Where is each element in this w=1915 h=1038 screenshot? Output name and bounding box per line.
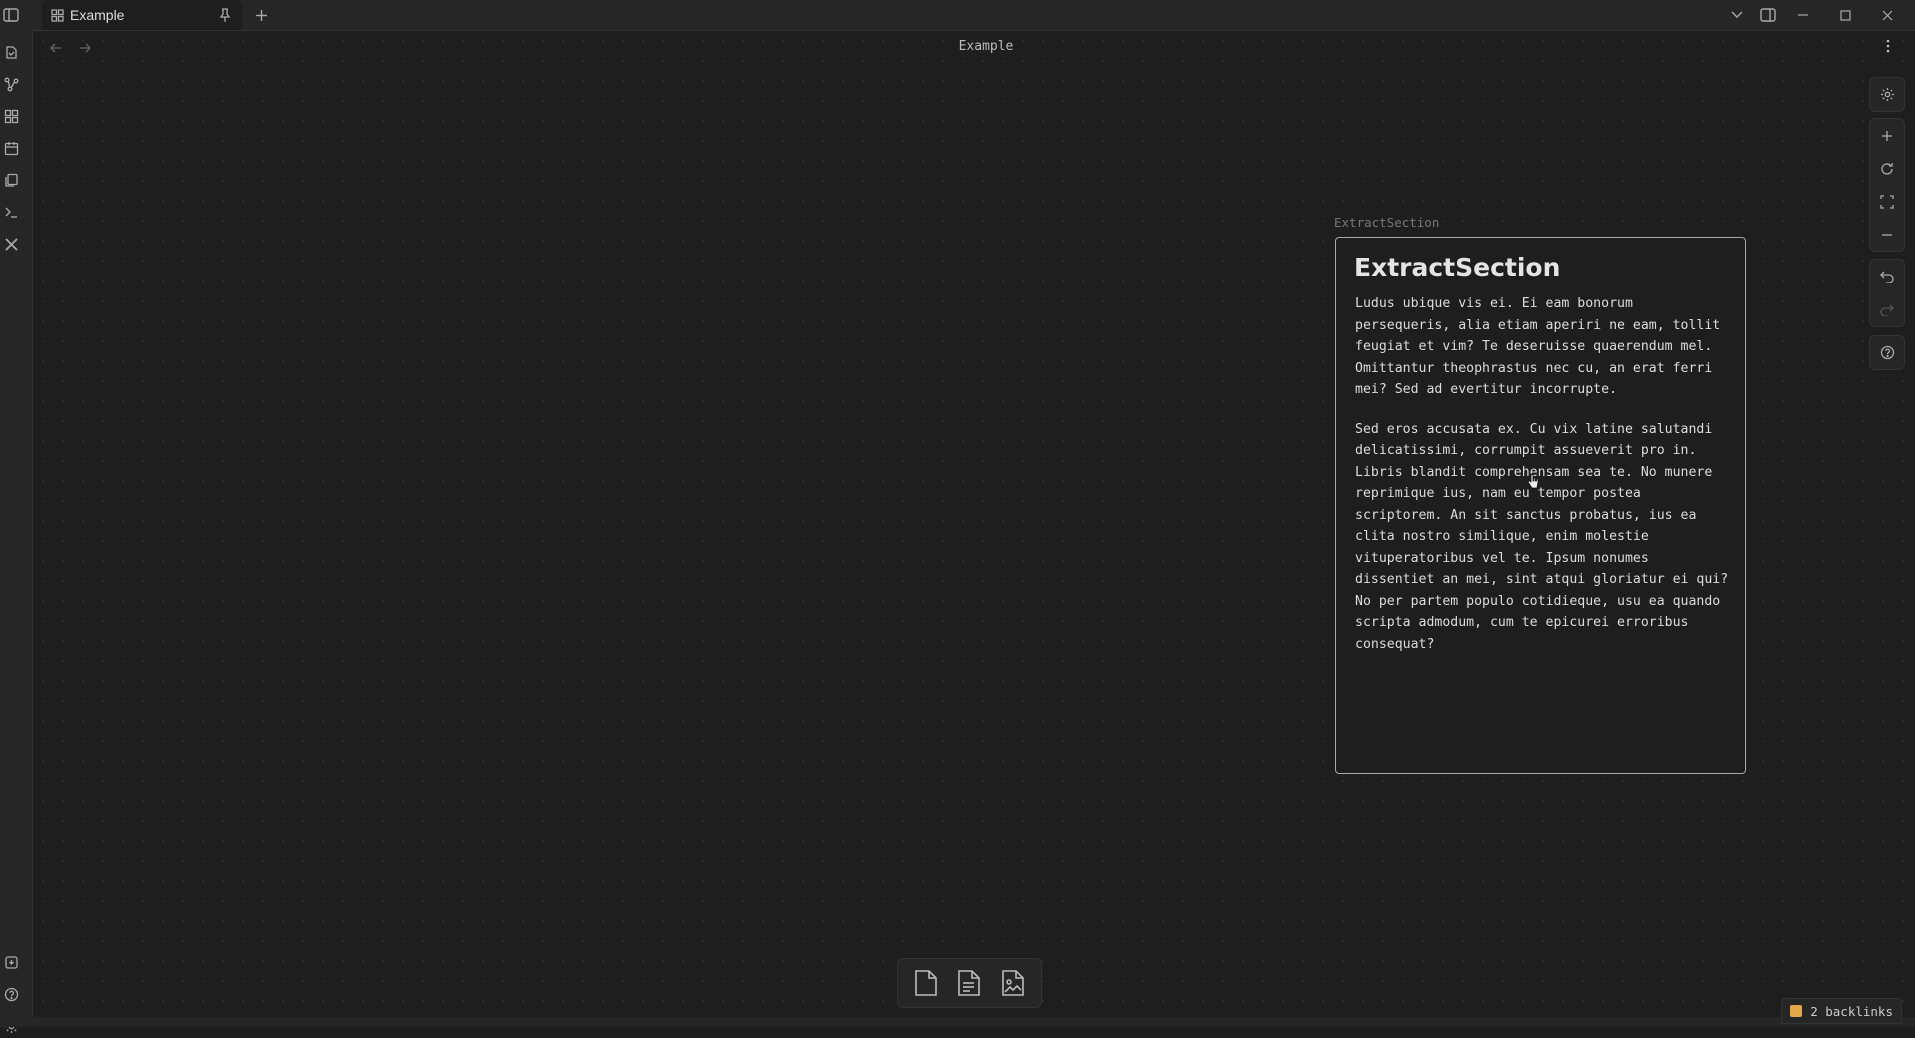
backlinks-icon [1790,1005,1803,1017]
tools-icon[interactable] [0,232,22,256]
more-options-icon[interactable] [1886,39,1890,58]
history-controls-group [1869,259,1905,327]
pin-icon[interactable] [218,7,232,26]
close-button[interactable] [1876,0,1898,30]
chevron-down-icon[interactable] [1725,0,1749,30]
undo-icon[interactable] [1870,260,1904,293]
hand-cursor-icon [1527,473,1539,494]
status-bar [0,1017,1915,1027]
left-ribbon [0,30,33,1033]
redo-icon[interactable] [1870,293,1904,326]
canvas-add-toolbar [897,958,1042,1008]
settings-icon[interactable] [1870,78,1904,111]
file-icon[interactable] [913,969,939,997]
tab-label: Example [70,7,125,23]
help-icon[interactable] [0,982,22,1006]
right-sidebar-toggle-icon[interactable] [1755,0,1781,30]
canvas-icon [51,8,64,22]
graph-icon[interactable] [0,72,22,96]
image-icon[interactable] [1000,969,1026,997]
minimize-button[interactable] [1792,0,1814,30]
pages-icon[interactable] [0,168,22,192]
note-icon[interactable] [957,969,981,997]
canvas-icon[interactable] [0,104,22,128]
title-bar: Example [0,0,1915,31]
calendar-icon[interactable] [0,136,22,160]
help-controls-group [1869,335,1905,370]
view-title: Example [958,39,1014,54]
node-heading: ExtractSection [1354,253,1561,282]
terminal-icon[interactable] [0,200,22,224]
zoom-out-icon[interactable] [1870,218,1904,251]
canvas-settings-group [1869,77,1905,112]
vault-icon[interactable] [0,950,22,974]
backlinks-badge[interactable]: 2 backlinks [1781,998,1902,1024]
canvas-node-card[interactable]: ExtractSection Ludus ubique vis ei. Ei e… [1335,237,1746,774]
help-icon[interactable] [1870,336,1904,369]
fit-icon[interactable] [1870,185,1904,218]
new-tab-button[interactable] [250,0,272,30]
zoom-controls-group [1869,118,1905,252]
node-paragraph: Ludus ubique vis ei. Ei eam bonorum pers… [1355,296,1721,397]
maximize-button[interactable] [1834,0,1856,30]
node-paragraph: Sed eros accusata ex. Cu vix latine salu… [1355,421,1729,652]
sidebar-toggle-icon[interactable] [0,0,22,30]
tab-example[interactable]: Example [42,0,242,30]
zoom-in-icon[interactable] [1870,119,1904,152]
node-label: ExtractSection [1334,215,1440,230]
reset-icon[interactable] [1870,152,1904,185]
backlinks-label: 2 backlinks [1810,1003,1893,1019]
